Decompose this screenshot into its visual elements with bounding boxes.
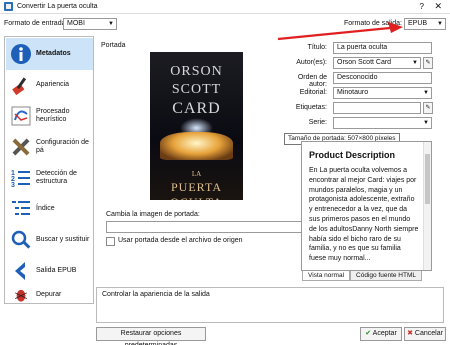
sidebar-item-label: Índice	[36, 205, 55, 212]
input-format-select[interactable]: MOBI ▼	[63, 18, 117, 30]
cover-section-label: Portada	[101, 42, 126, 49]
author-sort-field[interactable]: Desconocido	[333, 72, 432, 84]
tags-label: Etiquetas:	[295, 104, 327, 111]
search-icon	[11, 230, 31, 249]
sidebar-item-apariencia[interactable]: Apariencia	[6, 69, 93, 101]
sidebar-item-procesado[interactable]: Procesado heurístico	[6, 100, 93, 132]
sidebar-item-metadatos[interactable]: Metadatos	[6, 38, 93, 70]
chevron-left-icon	[15, 262, 25, 280]
cancel-icon: ✖	[407, 330, 413, 337]
sidebar-item-label: Buscar y sustituir	[36, 236, 90, 243]
tab-normal-view[interactable]: Vista normal	[302, 271, 351, 281]
tags-edit-button[interactable]: ✎	[423, 102, 433, 114]
chevron-down-icon: ▼	[437, 21, 443, 27]
tools-icon	[12, 138, 30, 156]
chevron-down-icon: ▼	[412, 60, 418, 66]
title-field[interactable]: La puerta oculta	[333, 42, 432, 54]
author-sort-label: Orden de autor:	[297, 74, 327, 88]
sidebar-item-label: Detección de estructura	[36, 170, 77, 185]
app-icon	[4, 2, 13, 11]
accept-button[interactable]: ✔ Aceptar	[360, 327, 402, 341]
author-label: Autor(es):	[296, 59, 327, 66]
restore-defaults-button[interactable]: Restaurar opciones predeterminadas	[96, 327, 206, 345]
cover-image[interactable]: ORSON SCOTT CARD LA PUERTA OCULTA	[150, 52, 243, 200]
cover-title-small: LA	[191, 170, 202, 178]
sidebar-item-label: Configuración de pá	[36, 139, 89, 154]
sidebar-item-indice[interactable]: Índice	[6, 193, 93, 225]
help-button[interactable]: ?	[420, 2, 424, 11]
sidebar-item-label: Apariencia	[36, 81, 70, 88]
cover-author-line: CARD	[172, 100, 221, 117]
sidebar-item-label: Metadatos	[36, 50, 71, 57]
title-bar: Convertir La puerta oculta ? ✕	[0, 0, 450, 14]
sidebar-item-salida-epub[interactable]: Salida EPUB	[6, 255, 93, 287]
cover-book-illustration	[160, 132, 233, 160]
author-field[interactable]: Orson Scott Card ▼	[333, 57, 421, 69]
publisher-value: Minotauro	[337, 89, 369, 96]
brush-icon	[12, 77, 27, 96]
help-text: Controlar la apariencia de la salida	[102, 291, 210, 298]
cover-author-line: ORSON	[170, 64, 223, 79]
chevron-down-icon: ▼	[108, 21, 114, 27]
window-title: Convertir La puerta oculta	[17, 3, 98, 10]
output-format-value: EPUB	[408, 20, 428, 27]
publisher-field[interactable]: Minotauro ▼	[333, 87, 432, 99]
sidebar-item-configuracion[interactable]: Configuración de pá	[6, 131, 93, 163]
input-format-value: MOBI	[67, 20, 85, 27]
change-cover-label: Cambia la imagen de portada:	[106, 211, 200, 218]
author-value: Orson Scott Card	[337, 59, 392, 66]
sidebar-item-depurar[interactable]: Depurar	[6, 286, 93, 304]
tab-html-source[interactable]: Código fuente HTML	[350, 271, 422, 281]
description-body: En La puerta oculta volvemos a encontrar…	[309, 167, 419, 263]
use-source-cover-checkbox[interactable]	[106, 237, 115, 246]
annotation-arrow-icon	[277, 22, 403, 41]
scrollbar-thumb[interactable]	[425, 154, 430, 204]
sidebar-item-label: Salida EPUB	[36, 267, 77, 274]
accept-label: Aceptar	[372, 330, 397, 337]
description-viewer[interactable]: Product Description En La puerta oculta …	[301, 141, 432, 271]
list-numbers-icon: 1 2 3	[11, 170, 30, 189]
cover-path-input[interactable]	[106, 221, 306, 233]
close-icon[interactable]: ✕	[434, 1, 442, 12]
sidebar-item-deteccion[interactable]: 1 2 3 Detección de estructura	[6, 162, 93, 194]
input-format-label: Formato de entrada:	[4, 20, 68, 27]
description-heading: Product Description	[309, 150, 396, 160]
description-scrollbar[interactable]	[423, 142, 431, 270]
use-source-cover-label: Usar portada desde el archivo de origen	[118, 237, 243, 244]
button-bar: Restaurar opciones predeterminadas ✔ Ace…	[0, 325, 450, 345]
author-edit-button[interactable]: ✎	[423, 57, 433, 69]
sidebar-item-buscar[interactable]: Buscar y sustituir	[6, 224, 93, 256]
toc-icon	[12, 201, 30, 215]
publisher-label: Editorial:	[299, 89, 327, 96]
cover-author-line: SCOTT	[171, 82, 222, 97]
chevron-down-icon: ▼	[423, 90, 429, 96]
help-text-panel: Controlar la apariencia de la salida	[96, 287, 444, 323]
cancel-button[interactable]: ✖ Cancelar	[404, 327, 446, 341]
svg-text:3: 3	[11, 182, 15, 189]
sidebar-item-label: Procesado heurístico	[36, 108, 70, 123]
chevron-down-icon: ▼	[423, 120, 429, 126]
description-tabs: Vista normal Código fuente HTML	[302, 271, 422, 281]
series-label: Serie:	[308, 119, 327, 126]
options-sidebar: Metadatos Apariencia Procesado heurístic…	[4, 36, 94, 304]
sidebar-item-label: Depurar	[36, 291, 62, 298]
cover-title: PUERTA OCULTA	[170, 180, 222, 200]
bug-icon	[15, 289, 27, 302]
cancel-label: Cancelar	[414, 330, 443, 337]
output-format-select[interactable]: EPUB ▼	[404, 18, 446, 30]
title-label: Título:	[307, 44, 327, 51]
check-icon: ✔	[365, 330, 372, 337]
tags-field[interactable]	[333, 102, 421, 114]
process-icon	[11, 106, 31, 126]
series-field[interactable]: ▼	[333, 117, 432, 129]
info-icon	[11, 44, 31, 64]
